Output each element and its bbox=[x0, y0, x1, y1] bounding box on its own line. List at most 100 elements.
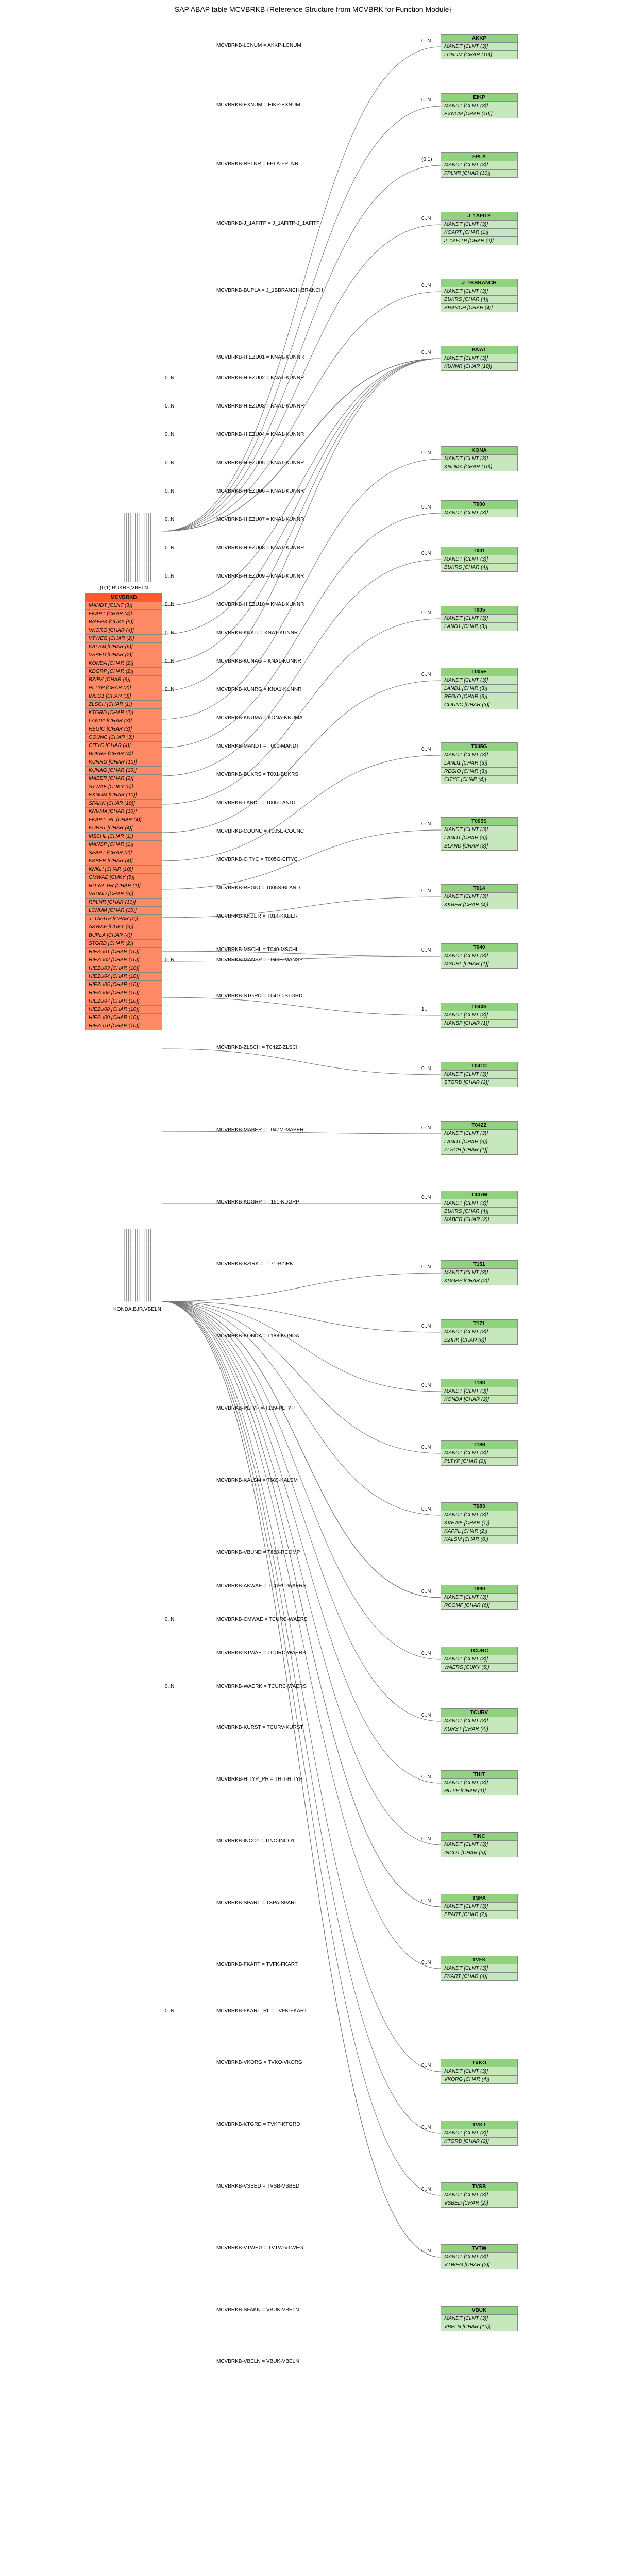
main-bottom-annotation: KONDA,BJR,VBELN bbox=[113, 1307, 161, 1312]
target-table-row: FKART [CHAR (4)] bbox=[441, 1973, 517, 1980]
target-table-row: WAERS [CUKY (5)] bbox=[441, 1664, 517, 1671]
cardinality: 0..N bbox=[421, 1445, 431, 1450]
main-table-row: HIEZU09 [CHAR (10)] bbox=[86, 1014, 162, 1022]
target-table: TINCMANDT [CLNT (3)]INCO1 [CHAR (3)] bbox=[441, 1832, 518, 1857]
target-table: TCURVMANDT [CLNT (3)]KURST [CHAR (4)] bbox=[441, 1708, 518, 1734]
main-table-row: RPLNR [CHAR (10)] bbox=[86, 899, 162, 907]
main-table-row: KTGRD [CHAR (2)] bbox=[86, 709, 162, 717]
target-table-row: MANDT [CLNT (3)] bbox=[441, 1841, 517, 1849]
cardinality: 0..N bbox=[421, 1774, 431, 1780]
target-table-name: EIKP bbox=[441, 94, 517, 102]
main-table-row: HIEZU05 [CHAR (10)] bbox=[86, 981, 162, 989]
target-table-name: TVFK bbox=[441, 1956, 517, 1964]
target-table-row: MANDT [CLNT (3)] bbox=[441, 952, 517, 960]
target-table-row: KONDA [CHAR (2)] bbox=[441, 1396, 517, 1403]
edge-label: MCVBRKB-LCNUM = AKKP-LCNUM bbox=[216, 43, 301, 48]
target-table-name: T001 bbox=[441, 547, 517, 555]
target-table-row: KTGRD [CHAR (2)] bbox=[441, 2138, 517, 2145]
main-table-row: KDGRP [CHAR (2)] bbox=[86, 668, 162, 676]
cardinality: 0..N bbox=[421, 1960, 431, 1965]
target-table-name: T014 bbox=[441, 885, 517, 893]
cardinality: 0..N bbox=[165, 403, 174, 409]
target-table-row: MANDT [CLNT (3)] bbox=[441, 751, 517, 759]
edge-label: MCVBRKB-BUKRS = T001-BUKRS bbox=[216, 772, 298, 777]
dots-bottom: | | | | | | | | | | | | | | | | | | | | … bbox=[124, 1229, 151, 1301]
edge-label: MCVBRKB-KDGRP = T151-KDGRP bbox=[216, 1199, 299, 1205]
target-table: TSPAMANDT [CLNT (3)]SPART [CHAR (2)] bbox=[441, 1894, 518, 1919]
target-table-name: THIT bbox=[441, 1771, 517, 1779]
target-table-name: TVKO bbox=[441, 2059, 517, 2067]
target-table-row: MANDT [CLNT (3)] bbox=[441, 2315, 517, 2323]
main-table-row: VBUND [CHAR (6)] bbox=[86, 890, 162, 899]
main-table-row: AKWAE [CUKY (5)] bbox=[86, 923, 162, 931]
cardinality: 0..N bbox=[421, 1125, 431, 1131]
diagram-canvas: | | | | | | | | | | | | | | | | | | | | … bbox=[0, 19, 626, 2576]
target-table: TVSBMANDT [CLNT (3)]VSBED [CHAR (2)] bbox=[441, 2182, 518, 2208]
edge-label: MCVBRKB-VBUND = T880-RCOMP bbox=[216, 1550, 300, 1555]
target-table-name: J_1BBRANCH bbox=[441, 279, 517, 287]
target-table-row: KUNNR [CHAR (10)] bbox=[441, 363, 517, 370]
main-table-row: LCNUM [CHAR (10)] bbox=[86, 907, 162, 915]
edge-label: MCVBRKB-RPLNR = FPLA-FPLNR bbox=[216, 161, 298, 167]
target-table-row: KALSM [CHAR (6)] bbox=[441, 1536, 517, 1544]
main-table-row: KUNAG [CHAR (10)] bbox=[86, 767, 162, 775]
edge-label: MCVBRKB-KTGRD = TVKT-KTGRD bbox=[216, 2122, 300, 2127]
target-table-row: KNUMA [CHAR (10)] bbox=[441, 463, 517, 471]
target-table-name: T000 bbox=[441, 501, 517, 509]
edge-label: MCVBRKB-HITYP_PR = THIT-HITYP bbox=[216, 1776, 302, 1782]
main-table-row: LAND1 [CHAR (3)] bbox=[86, 717, 162, 725]
target-table: T005MANDT [CLNT (3)]LAND1 [CHAR (3)] bbox=[441, 606, 518, 631]
edge-label: MCVBRKB-MABER = T047M-MABER bbox=[216, 1127, 304, 1133]
main-table-row: FKART [CHAR (4)] bbox=[86, 610, 162, 618]
target-table: T683MANDT [CLNT (3)]KVEWE [CHAR (1)]KAPP… bbox=[441, 1502, 518, 1544]
target-table: T188MANDT [CLNT (3)]KONDA [CHAR (2)] bbox=[441, 1379, 518, 1404]
main-table-row: STWAE [CUKY (5)] bbox=[86, 783, 162, 791]
main-table-row: WAERK [CUKY (5)] bbox=[86, 618, 162, 626]
edge-label: MCVBRKB-HIEZU04 = KNA1-KUNNR bbox=[216, 432, 304, 437]
target-table-row: KAPPL [CHAR (2)] bbox=[441, 1528, 517, 1536]
main-table-row: INCO1 [CHAR (3)] bbox=[86, 692, 162, 701]
target-table-row: MANDT [CLNT (3)] bbox=[441, 555, 517, 564]
cardinality: 0..N bbox=[421, 283, 431, 289]
main-table-row: BUKRS [CHAR (4)] bbox=[86, 750, 162, 758]
target-table: VBUKMANDT [CLNT (3)]VBELN [CHAR (10)] bbox=[441, 2306, 518, 2331]
target-table: T005EMANDT [CLNT (3)]LAND1 [CHAR (3)]REG… bbox=[441, 668, 518, 709]
edge-label: MCVBRKB-SFAKN = VBUK-VBELN bbox=[216, 2307, 299, 2313]
target-table: T001MANDT [CLNT (3)]BUKRS [CHAR (4)] bbox=[441, 547, 518, 572]
cardinality: 0..N bbox=[165, 545, 174, 551]
cardinality: 0..N bbox=[421, 1898, 431, 1904]
target-table-row: INCO1 [CHAR (3)] bbox=[441, 1849, 517, 1857]
edge-label: MCVBRKB-BUPLA = J_1BBRANCH-BRANCH bbox=[216, 287, 323, 293]
target-table-row: MANDT [CLNT (3)] bbox=[441, 221, 517, 229]
target-table-row: MANDT [CLNT (3)] bbox=[441, 1449, 517, 1458]
target-table-name: TCURV bbox=[441, 1709, 517, 1717]
target-table: TVKTMANDT [CLNT (3)]KTGRD [CHAR (2)] bbox=[441, 2121, 518, 2146]
main-table-row: HIEZU01 [CHAR (10)] bbox=[86, 948, 162, 956]
target-table: T040SMANDT [CLNT (3)]MANSP [CHAR (1)] bbox=[441, 1003, 518, 1028]
target-table-row: LAND1 [CHAR (3)] bbox=[441, 685, 517, 693]
target-table-row: BLAND [CHAR (3)] bbox=[441, 842, 517, 850]
target-table-row: MANDT [CLNT (3)] bbox=[441, 2191, 517, 2199]
target-table-row: MANDT [CLNT (3)] bbox=[441, 161, 517, 170]
target-table-row: KOART [CHAR (1)] bbox=[441, 229, 517, 237]
target-table-name: T189 bbox=[441, 1441, 517, 1449]
target-table-row: BUKRS [CHAR (4)] bbox=[441, 296, 517, 304]
target-table-name: KNA1 bbox=[441, 346, 517, 354]
edge-label: MCVBRKB-HIEZU09 = KNA1-KUNNR bbox=[216, 573, 304, 579]
target-table: T171MANDT [CLNT (3)]BZIRK [CHAR (6)] bbox=[441, 1319, 518, 1345]
target-table-row: MANDT [CLNT (3)] bbox=[441, 1011, 517, 1020]
cardinality: 1.. bbox=[421, 1007, 427, 1012]
target-table: T005GMANDT [CLNT (3)]LAND1 [CHAR (3)]REG… bbox=[441, 742, 518, 784]
cardinality: 0..N bbox=[421, 350, 431, 355]
target-table-name: T171 bbox=[441, 1320, 517, 1328]
target-table-row: COUNC [CHAR (3)] bbox=[441, 701, 517, 709]
main-table-row: J_1AFITP [CHAR (2)] bbox=[86, 915, 162, 923]
edge-label: MCVBRKB-FKART_RL = TVFK-FKART bbox=[216, 2008, 307, 2014]
edge-label: MCVBRKB-VSBED = TVSB-VSBED bbox=[216, 2183, 299, 2189]
target-table-row: EXNUM [CHAR (10)] bbox=[441, 110, 517, 118]
target-table-row: LAND1 [CHAR (3)] bbox=[441, 623, 517, 631]
target-table-row: MANDT [CLNT (3)] bbox=[441, 2067, 517, 2076]
cardinality: (0,1) bbox=[421, 157, 432, 162]
cardinality: 0..N bbox=[421, 1713, 431, 1718]
target-table: TVKOMANDT [CLNT (3)]VKORG [CHAR (4)] bbox=[441, 2059, 518, 2084]
